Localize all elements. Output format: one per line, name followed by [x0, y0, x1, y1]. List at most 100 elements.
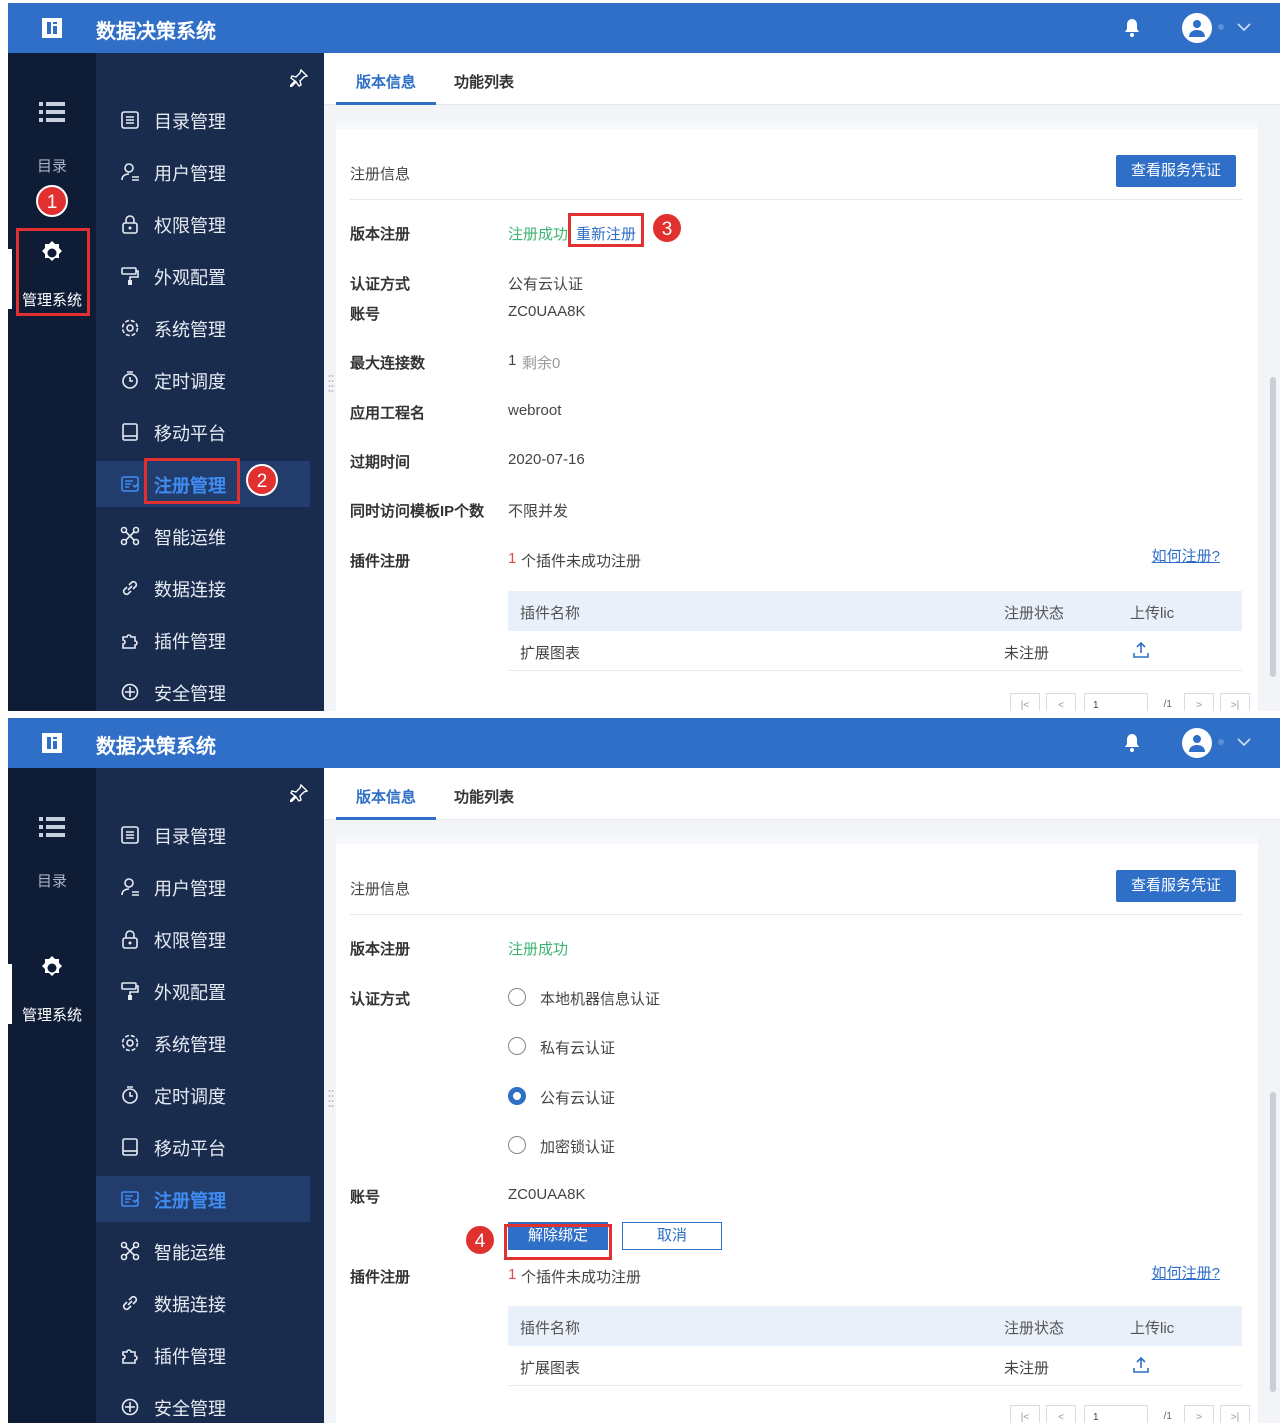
auth-value: 公有云认证 — [508, 276, 584, 293]
view-credential-button[interactable]: 查看服务凭证 — [1116, 870, 1236, 902]
tab-version-info[interactable]: 版本信息 — [356, 71, 416, 92]
lock-icon — [122, 930, 138, 949]
sidebar-item-label: 用户管理 — [154, 879, 226, 899]
pager-prev-button[interactable]: < — [1046, 1405, 1076, 1423]
sidebar-item-security[interactable]: 安全管理 — [96, 1384, 310, 1423]
pager-last-button[interactable]: >| — [1220, 1405, 1250, 1423]
sidebar-item-schedule[interactable]: 定时调度 — [96, 1072, 310, 1118]
pager-next-button[interactable]: > — [1184, 693, 1214, 711]
tab-version-info[interactable]: 版本信息 — [356, 786, 416, 807]
highlight-re-register-box — [568, 213, 644, 247]
reg-success-text: 注册成功 — [508, 226, 569, 243]
pager-prev-button[interactable]: < — [1046, 693, 1076, 711]
sidebar-item-catalog[interactable]: 目录管理 — [96, 812, 310, 858]
view-credential-button[interactable]: 查看服务凭证 — [1116, 155, 1236, 187]
how-to-register-link[interactable]: 如何注册? — [1152, 545, 1220, 566]
sidebar-item-ops[interactable]: 智能运维 — [96, 513, 310, 559]
sidebar-item-label: 安全管理 — [154, 1399, 226, 1419]
tab-feature-list[interactable]: 功能列表 — [454, 71, 514, 92]
how-to-register-link[interactable]: 如何注册? — [1152, 1262, 1220, 1283]
screenshot-step-4: 数据决策系统 目录 管理系统 目录管理 用户管理 权限管理 外观配置 系统管理 … — [8, 718, 1280, 1423]
sidebar-item-data-connection[interactable]: 数据连接 — [96, 1280, 310, 1326]
radio-circle-checked — [508, 1087, 526, 1105]
app-title: 数据决策系统 — [96, 736, 216, 758]
sidebar-item-label: 权限管理 — [154, 216, 226, 236]
sidebar-item-label: 系统管理 — [154, 320, 226, 340]
sidebar-item-ops[interactable]: 智能运维 — [96, 1228, 310, 1274]
sidebar-item-schedule[interactable]: 定时调度 — [96, 357, 310, 403]
active-tab-underline — [336, 817, 436, 820]
pin-icon[interactable] — [290, 69, 308, 87]
pager-page-input[interactable]: 1 — [1084, 693, 1148, 711]
version-reg-label: 版本注册 — [350, 226, 411, 243]
sidebar-item-permissions[interactable]: 权限管理 — [96, 916, 310, 962]
pager-first-button[interactable]: |< — [1010, 1405, 1040, 1423]
sidebar-item-mobile[interactable]: 移动平台 — [96, 409, 310, 455]
scrollbar[interactable] — [1270, 377, 1276, 677]
plugin-reg-label: 插件注册 — [350, 553, 411, 570]
sidebar-item-label: 移动平台 — [154, 424, 226, 444]
main-content: 版本信息 功能列表 注册信息 查看服务凭证 版本注册 注册成功 认证方式 本地机… — [324, 768, 1280, 1423]
sidebar-item-plugins[interactable]: 插件管理 — [96, 1332, 310, 1378]
sidebar-item-plugins[interactable]: 插件管理 — [96, 617, 310, 663]
sidebar-item-security[interactable]: 安全管理 — [96, 669, 310, 711]
rail-catalog[interactable]: 目录 — [8, 816, 96, 891]
chevron-down-icon[interactable] — [1236, 734, 1252, 750]
settings-icon — [121, 1034, 139, 1052]
tablet-icon — [122, 1138, 138, 1156]
sidebar-item-registration[interactable]: 注册管理 — [96, 1176, 310, 1222]
list-icon — [39, 102, 65, 122]
splitter-handle-icon[interactable] — [328, 1088, 334, 1108]
sidebar-item-permissions[interactable]: 权限管理 — [96, 201, 310, 247]
user-avatar[interactable] — [1182, 13, 1212, 43]
bell-icon[interactable] — [1122, 732, 1142, 754]
upload-icon[interactable] — [1132, 641, 1150, 659]
cancel-button[interactable]: 取消 — [622, 1222, 722, 1250]
puzzle-icon — [122, 1349, 138, 1364]
sidebar-item-appearance[interactable]: 外观配置 — [96, 253, 310, 299]
sidebar-item-system[interactable]: 系统管理 — [96, 305, 310, 351]
step-badge-4: 4 — [464, 1224, 496, 1256]
bell-icon[interactable] — [1122, 17, 1142, 39]
registration-card: 注册信息 查看服务凭证 版本注册 注册成功 认证方式 本地机器信息认证 私有云认… — [336, 836, 1258, 1423]
register-icon — [121, 1191, 139, 1207]
sidebar-item-system[interactable]: 系统管理 — [96, 1020, 310, 1066]
rail-catalog[interactable]: 目录 — [8, 101, 96, 176]
user-avatar[interactable] — [1182, 728, 1212, 758]
cell-plugin-name: 扩展图表 — [520, 645, 581, 662]
splitter-handle-icon[interactable] — [328, 373, 334, 393]
rail-admin[interactable]: 管理系统 — [8, 954, 96, 1025]
tab-bar: 版本信息 功能列表 — [324, 768, 1280, 820]
pager-first-button[interactable]: |< — [1010, 693, 1040, 711]
sidebar-item-appearance[interactable]: 外观配置 — [96, 968, 310, 1014]
sidebar-item-users[interactable]: 用户管理 — [96, 149, 310, 195]
sidebar-item-users[interactable]: 用户管理 — [96, 864, 310, 910]
icon-rail: 目录 管理系统 — [8, 53, 96, 711]
app-logo-icon — [42, 18, 62, 38]
tab-feature-list[interactable]: 功能列表 — [454, 786, 514, 807]
link-icon — [122, 580, 138, 596]
ip-count-label: 同时访问模板IP个数 — [350, 503, 485, 520]
pager-page-input[interactable]: 1 — [1084, 1405, 1148, 1423]
screenshot-step-1-3: 数据决策系统 目录 管理系统 目录管理 用户管理 权限管理 外观配置 系统管理 … — [8, 3, 1280, 711]
top-bar: 数据决策系统 — [8, 718, 1280, 768]
scrollbar[interactable] — [1270, 1092, 1276, 1392]
cell-reg-status: 未注册 — [1004, 1360, 1050, 1377]
account-value: ZC0UAA8K — [508, 1186, 586, 1203]
pager-next-button[interactable]: > — [1184, 1405, 1214, 1423]
sidebar-item-data-connection[interactable]: 数据连接 — [96, 565, 310, 611]
account-label: 账号 — [350, 1189, 381, 1206]
sidebar-item-mobile[interactable]: 移动平台 — [96, 1124, 310, 1170]
max-conn-value: 1 — [508, 352, 517, 369]
pager-last-button[interactable]: >| — [1220, 693, 1250, 711]
status-dot — [1218, 24, 1224, 30]
upload-icon[interactable] — [1132, 1356, 1150, 1374]
sidebar-item-catalog[interactable]: 目录管理 — [96, 97, 310, 143]
sidebar-item-label: 用户管理 — [154, 164, 226, 184]
chevron-down-icon[interactable] — [1236, 19, 1252, 35]
table-row: 扩展图表 未注册 — [508, 631, 1242, 671]
pin-icon[interactable] — [290, 784, 308, 802]
radio-label: 私有云认证 — [540, 1040, 616, 1057]
section-divider — [350, 199, 1242, 200]
sidebar-item-label: 智能运维 — [154, 528, 226, 548]
